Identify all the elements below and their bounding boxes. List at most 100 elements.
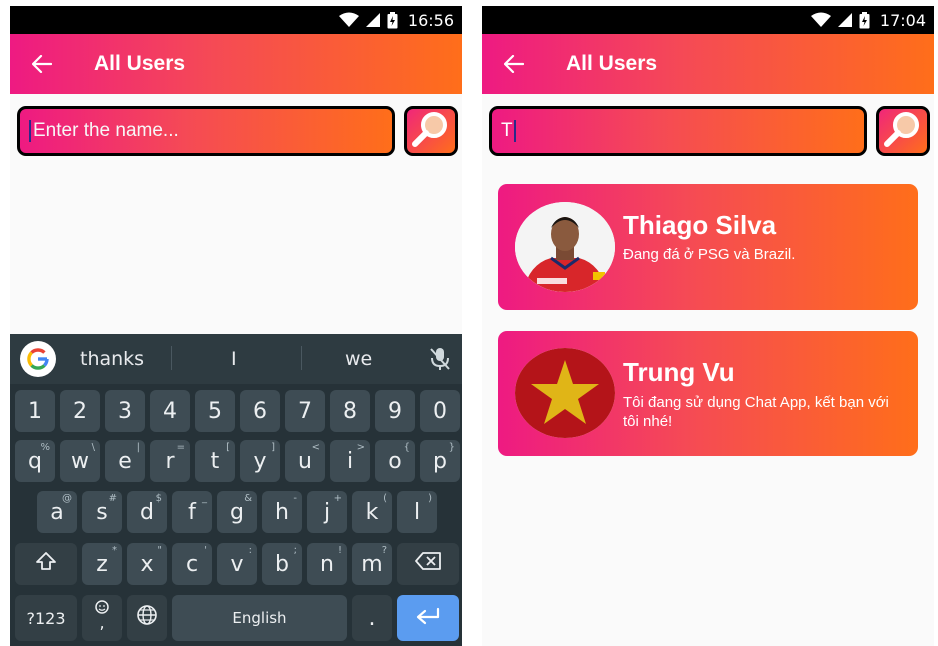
key-r[interactable]: r = — [150, 440, 190, 482]
key-label: 2 — [73, 398, 87, 424]
language-key[interactable] — [127, 595, 167, 641]
user-card[interactable]: Trung Vu Tôi đang sử dụng Chat App, kết … — [498, 331, 918, 456]
suggestion-1[interactable]: thanks — [80, 348, 144, 370]
enter-key[interactable] — [397, 595, 459, 641]
key-5[interactable]: 5 — [195, 390, 235, 432]
emoji-icon: , — [91, 598, 113, 638]
key-l[interactable]: l) — [397, 491, 437, 533]
user-name: Trung Vu — [623, 357, 735, 387]
key-label: 8 — [343, 398, 357, 424]
wifi-icon — [810, 12, 831, 28]
key-label: b — [275, 551, 289, 577]
key-label: s — [96, 499, 108, 525]
backspace-key[interactable] — [397, 543, 459, 585]
key-hint: > — [356, 442, 365, 453]
key-q[interactable]: q% — [15, 440, 55, 482]
signal-icon — [837, 12, 853, 28]
key-d[interactable]: d $ — [127, 491, 167, 533]
mic-off-icon[interactable] — [428, 346, 452, 377]
key-b[interactable]: b; — [262, 543, 302, 585]
key-label: n — [320, 551, 334, 577]
key-6[interactable]: 6 — [240, 390, 280, 432]
key-label: 6 — [253, 398, 267, 424]
key-v[interactable]: v: — [217, 543, 257, 585]
key-hint: } — [448, 442, 455, 453]
key-label: f — [188, 499, 196, 525]
key-hint: \ — [91, 442, 95, 453]
shift-key[interactable] — [15, 543, 77, 585]
key-f[interactable]: f _ — [172, 491, 212, 533]
suggestion-divider — [301, 346, 302, 370]
app-bar: All Users — [482, 34, 934, 94]
user-card[interactable]: Thiago Silva Đang đá ở PSG và Brazil. — [498, 184, 918, 310]
search-row: Enter the name... — [10, 94, 462, 156]
key-e[interactable]: e | — [105, 440, 145, 482]
key-n[interactable]: n! — [307, 543, 347, 585]
search-input[interactable]: Enter the name... — [17, 106, 395, 156]
battery-icon — [387, 11, 398, 29]
key-y[interactable]: y] — [240, 440, 280, 482]
on-screen-keyboard: thanks I we 1 2 3 4 5 6 7 8 9 0 q% w \ e | r = t[y] u < i > o{… — [10, 334, 462, 646]
emoji-comma-key[interactable]: , — [82, 595, 122, 641]
symbols-key[interactable]: ?123 — [15, 595, 77, 641]
search-input[interactable]: T — [489, 106, 867, 156]
signal-icon — [365, 12, 381, 28]
key-hint: & — [244, 493, 252, 504]
back-arrow-icon[interactable] — [32, 54, 52, 74]
google-icon[interactable] — [20, 341, 56, 377]
key-s[interactable]: s # — [82, 491, 122, 533]
search-value: T — [501, 120, 513, 141]
key-hint: ? — [381, 545, 387, 556]
key-label: 4 — [163, 398, 177, 424]
page-title: All Users — [94, 52, 186, 75]
key-label: v — [230, 551, 244, 577]
key-p[interactable]: p} — [420, 440, 460, 482]
search-button[interactable] — [404, 106, 458, 156]
key-z[interactable]: z * — [82, 543, 122, 585]
key-label: m — [361, 551, 383, 577]
key-hint: < — [311, 442, 320, 453]
key-2[interactable]: 2 — [60, 390, 100, 432]
key-a[interactable]: a @ — [37, 491, 77, 533]
text-cursor — [513, 120, 516, 142]
key-8[interactable]: 8 — [330, 390, 370, 432]
enter-icon — [415, 606, 441, 631]
key-hint: | — [136, 442, 140, 453]
key-x[interactable]: x " — [127, 543, 167, 585]
key-t[interactable]: t[ — [195, 440, 235, 482]
suggestion-2[interactable]: I — [231, 348, 237, 370]
key-label: r — [165, 448, 175, 474]
key-0[interactable]: 0 — [420, 390, 460, 432]
key-m[interactable]: m? — [352, 543, 392, 585]
status-bar: 17:04 — [482, 6, 934, 34]
period-key[interactable]: . — [352, 595, 392, 641]
key-o[interactable]: o{ — [375, 440, 415, 482]
search-button[interactable] — [876, 106, 930, 156]
key-1[interactable]: 1 — [15, 390, 55, 432]
key-h[interactable]: h- — [262, 491, 302, 533]
key-9[interactable]: 9 — [375, 390, 415, 432]
key-4[interactable]: 4 — [150, 390, 190, 432]
key-c[interactable]: c ' — [172, 543, 212, 585]
key-3[interactable]: 3 — [105, 390, 145, 432]
key-label: 3 — [118, 398, 132, 424]
status-bar: 16:56 — [10, 6, 462, 34]
key-hint: + — [333, 493, 342, 504]
battery-icon — [859, 11, 870, 29]
suggestion-3[interactable]: we — [345, 348, 372, 370]
key-w[interactable]: w \ — [60, 440, 100, 482]
key-g[interactable]: g & — [217, 491, 257, 533]
back-arrow-icon[interactable] — [504, 54, 524, 74]
space-key[interactable]: English — [172, 595, 347, 641]
key-j[interactable]: j + — [307, 491, 347, 533]
globe-icon — [136, 604, 158, 632]
status-time: 17:04 — [879, 10, 926, 30]
key-label: 5 — [208, 398, 222, 424]
key-i[interactable]: i > — [330, 440, 370, 482]
app-bar: All Users — [10, 34, 462, 94]
svg-text:,: , — [99, 613, 104, 632]
key-7[interactable]: 7 — [285, 390, 325, 432]
key-k[interactable]: k( — [352, 491, 392, 533]
key-u[interactable]: u < — [285, 440, 325, 482]
user-name: Thiago Silva — [623, 210, 777, 240]
